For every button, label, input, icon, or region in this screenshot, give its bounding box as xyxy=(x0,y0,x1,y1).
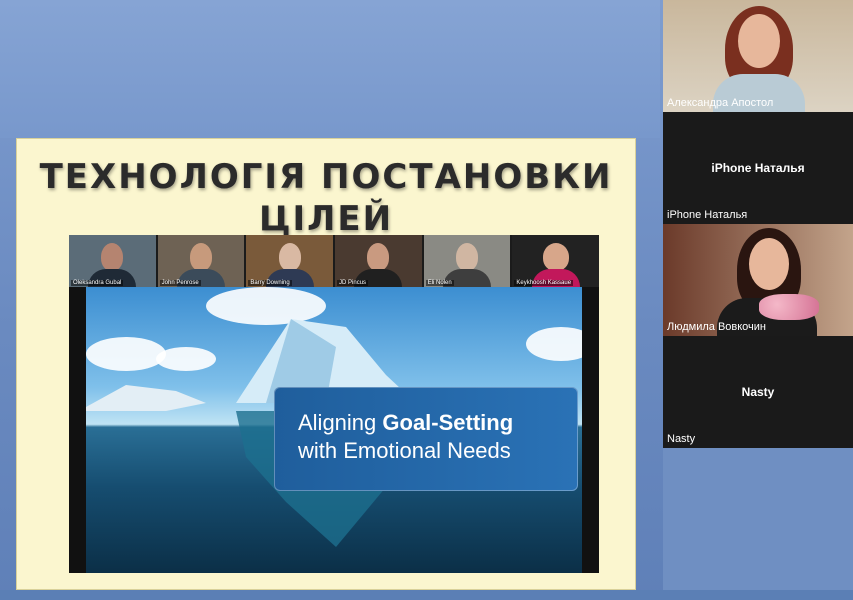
iceberg-slide: Aligning Goal-Setting with Emotional Nee… xyxy=(86,287,582,573)
top-area xyxy=(0,0,660,138)
participant-name: iPhone Наталья xyxy=(667,209,748,221)
embedded-participant-name: Eli Nolen xyxy=(425,280,454,286)
slide-cta-box: Aligning Goal-Setting with Emotional Nee… xyxy=(274,387,578,491)
embedded-participant: Oleksandra Gubal xyxy=(69,235,156,287)
embedded-participant-name: JD Pincus xyxy=(337,280,369,286)
embedded-participant: JD Pincus xyxy=(335,235,422,287)
participant-name: Nasty xyxy=(667,433,696,445)
embedded-meeting: Oleksandra Gubal John Penrose Barry Down… xyxy=(69,235,600,573)
embedded-participant-name: Barry Downing xyxy=(248,280,292,286)
participant-placeholder-name: iPhone Наталья xyxy=(711,161,805,175)
embedded-participant: John Penrose xyxy=(157,235,245,287)
participant-name: Александра Апостол xyxy=(667,97,774,109)
embedded-participant-name: Keykhoosh Kassaue xyxy=(514,280,574,286)
participant-tile[interactable]: Nasty Nasty xyxy=(663,336,853,448)
participant-name: Людмила Вовкочин xyxy=(667,321,767,333)
slide-title: ТЕХНОЛОГІЯ ПОСТАНОВКИ ЦІЛЕЙ xyxy=(16,156,636,240)
shared-screen-slide: ТЕХНОЛОГІЯ ПОСТАНОВКИ ЦІЛЕЙ Oleksandra G… xyxy=(16,138,636,590)
embedded-participant: Eli Nolen xyxy=(423,235,511,287)
embedded-gallery: Oleksandra Gubal John Penrose Barry Down… xyxy=(69,235,600,287)
embedded-participant-name: Oleksandra Gubal xyxy=(71,280,124,286)
slide-title-line2: ЦІЛЕЙ xyxy=(258,199,394,239)
participant-tile[interactable]: iPhone Наталья iPhone Наталья xyxy=(663,112,853,224)
embedded-participant-name: John Penrose xyxy=(159,280,201,286)
cta-line2: with Emotional Needs xyxy=(298,438,511,463)
embedded-participant: Keykhoosh Kassaue xyxy=(512,235,600,287)
embedded-participant: Barry Downing xyxy=(246,235,334,287)
cta-line1-prefix: Aligning xyxy=(298,410,383,435)
bottom-bar xyxy=(0,590,853,600)
participant-panel: Александра Апостол iPhone Наталья iPhone… xyxy=(663,0,853,600)
participant-tile[interactable]: Александра Апостол xyxy=(663,0,853,112)
participant-tile[interactable]: Людмила Вовкочин xyxy=(663,224,853,336)
slide-title-line1: ТЕХНОЛОГІЯ ПОСТАНОВКИ xyxy=(39,157,613,197)
cta-line1-bold: Goal-Setting xyxy=(382,410,514,435)
participant-placeholder-name: Nasty xyxy=(741,385,775,399)
